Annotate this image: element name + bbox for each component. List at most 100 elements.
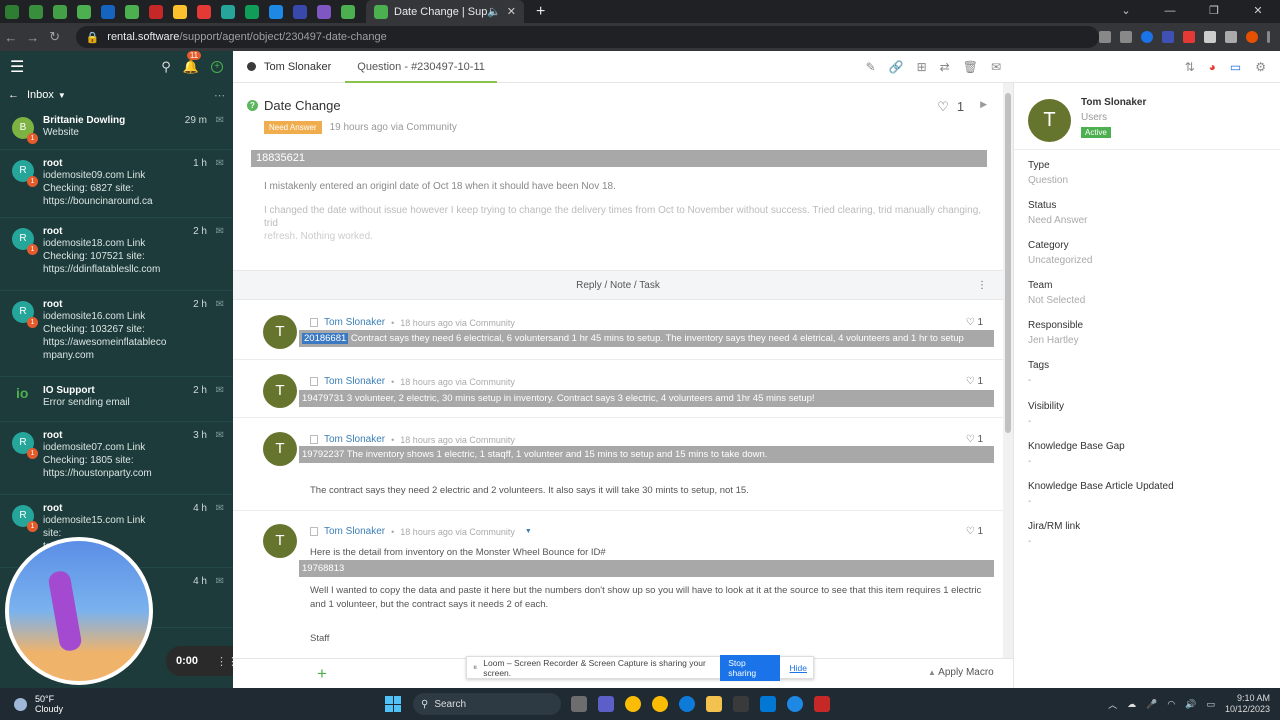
teams-icon[interactable] xyxy=(598,696,614,712)
system-clock[interactable]: 9:10 AM 10/12/2023 xyxy=(1225,693,1270,715)
pie-chart-icon[interactable]: ◕ xyxy=(1209,60,1216,74)
tab-question[interactable]: Question - #230497-10-11 xyxy=(345,51,497,83)
notifications-icon[interactable]: 🔔 11 xyxy=(183,51,202,75)
puzzle-icon[interactable] xyxy=(1204,31,1216,43)
tab-icon[interactable] xyxy=(197,4,211,19)
chevron-down-icon[interactable]: ⌄ xyxy=(1104,0,1148,23)
field-value[interactable]: Need Answer xyxy=(1028,215,1087,226)
scrollbar-thumb[interactable] xyxy=(1005,93,1011,433)
mcafee-icon[interactable] xyxy=(814,696,830,712)
field-value[interactable]: Uncategorized xyxy=(1028,255,1092,266)
tab-icon[interactable] xyxy=(317,4,331,19)
conversation-item[interactable]: R 1 root 2 h ✉ iodemosite16.com Link Checking:… xyxy=(0,291,233,377)
tab-icon[interactable] xyxy=(221,4,235,19)
file-explorer-icon[interactable] xyxy=(706,696,722,712)
help-icon[interactable] xyxy=(787,696,803,712)
status-badge[interactable]: Need Answer xyxy=(264,121,322,134)
sidepanel-icon[interactable] xyxy=(1225,31,1237,43)
tab-icon[interactable] xyxy=(53,4,67,19)
field-category[interactable]: Category Uncategorized xyxy=(1028,240,1092,266)
task-view-icon[interactable] xyxy=(571,696,587,712)
content-scrollbar[interactable] xyxy=(1003,83,1013,658)
extension-icon[interactable] xyxy=(1141,31,1153,43)
active-tab[interactable]: Date Change | Support 🔈 ✕ xyxy=(366,0,524,23)
star-icon[interactable] xyxy=(1120,31,1132,43)
tab-icon[interactable] xyxy=(173,4,187,19)
sender-name[interactable]: Tom Slonaker xyxy=(324,434,385,445)
field-jira-rm-link[interactable]: Jira/RM link - xyxy=(1028,521,1080,547)
reply-like[interactable]: ♡ 1 xyxy=(966,434,983,445)
field-value[interactable]: Jen Hartley xyxy=(1028,335,1083,346)
play-icon[interactable]: ▶ xyxy=(980,99,987,115)
microphone-icon[interactable]: 🎤 xyxy=(1146,699,1157,710)
mail-icon[interactable]: ✉ xyxy=(216,299,224,310)
battery-icon[interactable]: ▭ xyxy=(1206,699,1215,710)
close-tab-icon[interactable]: ✕ xyxy=(507,5,516,18)
hide-link[interactable]: Hide xyxy=(790,663,807,673)
hamburger-menu-icon[interactable]: ☰ xyxy=(10,57,24,77)
back-arrow-icon[interactable]: ← xyxy=(8,89,19,101)
share-icon[interactable] xyxy=(1099,31,1111,43)
tab-icon[interactable] xyxy=(269,4,283,19)
ticket-like[interactable]: ♡ 1 ▶ xyxy=(937,99,987,115)
stop-sharing-button[interactable]: Stop sharing xyxy=(720,654,780,681)
heart-icon[interactable]: ♡ xyxy=(937,99,949,115)
inbox-label[interactable]: Inbox xyxy=(27,89,54,101)
chevron-up-icon[interactable]: ︿ xyxy=(1108,698,1117,711)
field-value[interactable]: - xyxy=(1028,496,1174,507)
extension-icon[interactable] xyxy=(1162,31,1174,43)
more-options-icon[interactable]: ⋯ xyxy=(214,89,225,102)
split-icon[interactable]: ⊞ xyxy=(917,60,927,74)
reply-like[interactable]: ♡ 1 xyxy=(966,376,983,387)
mail-icon[interactable]: ✉ xyxy=(216,385,224,396)
close-window-button[interactable]: ✕ xyxy=(1236,0,1280,23)
field-team[interactable]: Team Not Selected xyxy=(1028,280,1085,306)
field-responsible[interactable]: Responsible Jen Hartley xyxy=(1028,320,1083,346)
mail-icon[interactable]: ✉ xyxy=(216,503,224,514)
weather-widget[interactable]: 50°F Cloudy xyxy=(0,694,385,714)
tab-icon[interactable] xyxy=(101,4,115,19)
reply-like[interactable]: ♡ 1 xyxy=(966,526,983,537)
reload-button[interactable]: ↻ xyxy=(44,29,66,45)
email-icon[interactable]: ✉ xyxy=(991,60,1001,74)
link-icon[interactable]: 🔗 xyxy=(889,60,904,74)
back-button[interactable]: ← xyxy=(0,30,22,45)
drag-handle-icon[interactable]: ⏸ xyxy=(473,662,477,673)
mute-icon[interactable]: 🔈 xyxy=(487,5,501,18)
conversation-item[interactable]: R 1 root 1 h ✉ iodemosite09.com Link Checking:… xyxy=(0,150,233,218)
url-field[interactable]: 🔒 rental.software/support/agent/object/2… xyxy=(75,26,1099,48)
move-icon[interactable]: ⇄ xyxy=(940,60,950,74)
mail-icon[interactable]: ✉ xyxy=(216,430,224,441)
mail-icon[interactable]: ✉ xyxy=(216,226,224,237)
tab-icon[interactable] xyxy=(245,4,259,19)
settings-icon[interactable]: ⚙ xyxy=(1255,60,1266,74)
reply-bar-label[interactable]: Reply / Note / Task xyxy=(576,280,660,291)
mail-icon[interactable]: ✉ xyxy=(216,158,224,169)
pencil-icon[interactable]: ✎ xyxy=(866,60,876,74)
onedrive-icon[interactable]: ☁ xyxy=(1127,699,1136,710)
field-value[interactable]: - xyxy=(1028,536,1080,547)
tab-icon[interactable] xyxy=(5,4,19,19)
mail-icon[interactable]: ✉ xyxy=(216,115,224,126)
sender-name[interactable]: Tom Slonaker xyxy=(324,317,385,328)
tab-icon[interactable] xyxy=(77,4,91,19)
conversation-item[interactable]: io IO Support 2 h ✉ Error sending email xyxy=(0,377,233,422)
conversation-item[interactable]: R 1 root 2 h ✉ iodemosite18.com Link Checking:… xyxy=(0,218,233,291)
add-reply-button[interactable]: + xyxy=(317,664,327,684)
conversation-item[interactable]: R 1 root 3 h ✉ iodemosite07.com Link Checking:… xyxy=(0,422,233,495)
caret-down-icon[interactable]: ▼ xyxy=(525,528,532,535)
monitor-icon[interactable]: ▭ xyxy=(1230,60,1241,74)
more-menu-icon[interactable] xyxy=(1267,31,1270,43)
field-type[interactable]: Type Question xyxy=(1028,160,1068,186)
sender-name[interactable]: Tom Slonaker xyxy=(324,526,385,537)
conversation-item[interactable]: B 1 Brittanie Dowling 29 m ✉ Website xyxy=(0,107,233,150)
field-value[interactable]: Question xyxy=(1028,175,1068,186)
field-value[interactable]: - xyxy=(1028,375,1049,386)
tab-icon[interactable] xyxy=(29,4,43,19)
field-visibility[interactable]: Visibility - xyxy=(1028,401,1064,427)
apply-macro-button[interactable]: ▲ Apply Macro xyxy=(928,667,994,678)
taskbar-search[interactable]: ⚲ Search xyxy=(413,693,561,715)
tab-icon[interactable] xyxy=(149,4,163,19)
loom-camera-bubble[interactable] xyxy=(5,537,153,685)
delete-icon[interactable]: 🗑 xyxy=(963,60,978,74)
